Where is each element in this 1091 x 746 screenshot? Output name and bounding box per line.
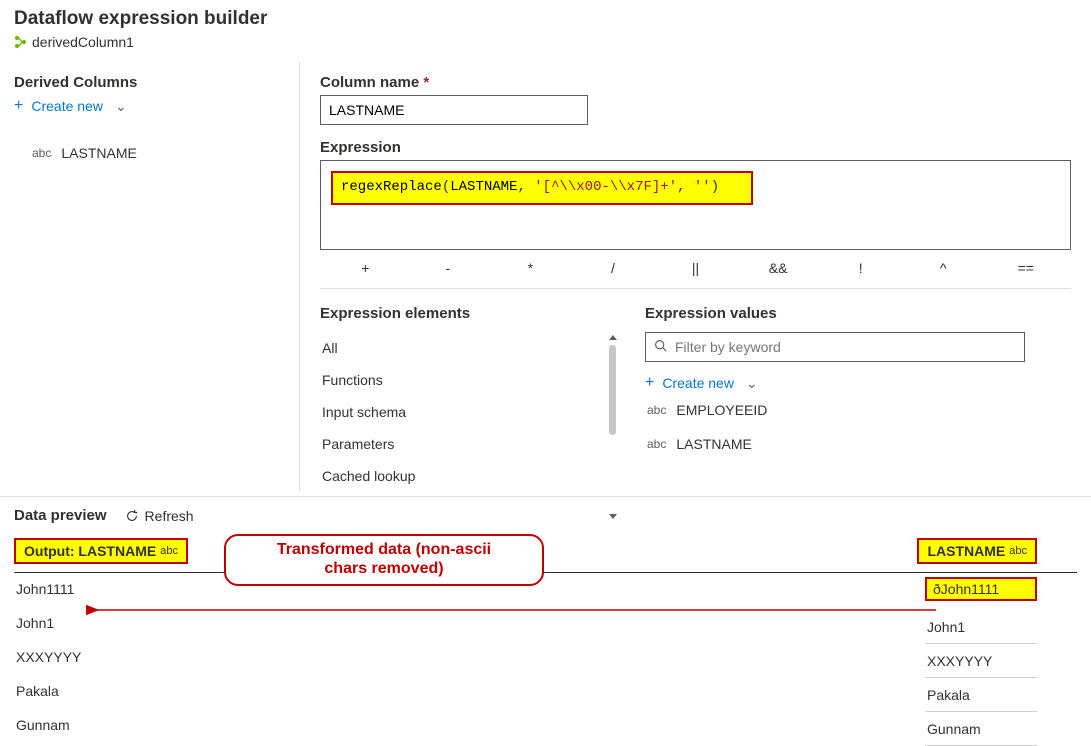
search-icon bbox=[654, 339, 667, 355]
output-cell: John1111 bbox=[14, 573, 1077, 605]
input-cell: John1 bbox=[925, 611, 1037, 644]
table-row: John1111ðJohn1111 bbox=[14, 573, 1077, 607]
elements-item-all[interactable]: All bbox=[320, 332, 607, 364]
expression-highlight-annotation: regexReplace(LASTNAME, '[^\\x00-\\x7F]+'… bbox=[331, 171, 753, 205]
scroll-thumb[interactable] bbox=[609, 345, 616, 435]
op-and[interactable]: && bbox=[737, 260, 820, 276]
derived-column-item[interactable]: abc LASTNAME bbox=[14, 145, 285, 161]
create-new-value-button[interactable]: + Create new ⌄ bbox=[645, 374, 758, 392]
op-or[interactable]: || bbox=[654, 260, 737, 276]
refresh-icon bbox=[125, 509, 139, 523]
node-icon bbox=[14, 35, 26, 49]
elements-item-parameters[interactable]: Parameters bbox=[320, 428, 607, 460]
expression-editor[interactable]: regexReplace(LASTNAME, '[^\\x00-\\x7F]+'… bbox=[320, 160, 1071, 250]
derived-columns-title: Derived Columns bbox=[14, 74, 285, 91]
column-name-label: Column name * bbox=[320, 74, 1071, 91]
type-abc-icon: abc bbox=[647, 403, 666, 417]
scroll-up-icon[interactable] bbox=[609, 335, 617, 340]
create-new-value-label: Create new bbox=[662, 375, 734, 391]
plus-icon: + bbox=[645, 374, 654, 392]
type-abc-icon: abc bbox=[160, 545, 178, 557]
op-eq[interactable]: == bbox=[985, 260, 1068, 276]
op-div[interactable]: / bbox=[572, 260, 655, 276]
column-name-input[interactable] bbox=[320, 95, 588, 125]
expression-values-title: Expression values bbox=[645, 305, 1071, 322]
elements-item-input-schema[interactable]: Input schema bbox=[320, 396, 607, 428]
value-item-employeeid[interactable]: abc EMPLOYEEID bbox=[645, 392, 1071, 426]
type-abc-icon: abc bbox=[32, 146, 51, 160]
expression-elements-title: Expression elements bbox=[320, 305, 607, 322]
table-row: GunnamGunnam bbox=[14, 709, 1077, 743]
op-minus[interactable]: - bbox=[407, 260, 490, 276]
input-cell: Gunnam bbox=[925, 713, 1037, 746]
table-row: John1John1 bbox=[14, 607, 1077, 641]
create-new-column-button[interactable]: + Create new ⌄ bbox=[14, 97, 127, 115]
elements-scrollbar[interactable] bbox=[609, 337, 617, 517]
derived-column-name: LASTNAME bbox=[61, 145, 136, 161]
create-new-label: Create new bbox=[31, 98, 103, 114]
refresh-button[interactable]: Refresh bbox=[125, 508, 194, 524]
data-preview-title: Data preview bbox=[14, 507, 107, 524]
table-row: PakalaPakala bbox=[14, 675, 1077, 709]
table-row: XXXYYYYXXXYYYY bbox=[14, 641, 1077, 675]
type-abc-icon: abc bbox=[647, 437, 666, 451]
op-plus[interactable]: + bbox=[324, 260, 407, 276]
value-item-lastname[interactable]: abc LASTNAME bbox=[645, 426, 1071, 460]
required-asterisk: * bbox=[423, 74, 429, 91]
output-cell: XXXYYYY bbox=[14, 641, 1077, 673]
op-xor[interactable]: ^ bbox=[902, 260, 985, 276]
node-name: derivedColumn1 bbox=[32, 34, 134, 50]
values-filter[interactable] bbox=[645, 332, 1025, 362]
values-filter-input[interactable] bbox=[673, 338, 1016, 356]
output-column-header: Output: LASTNAME abc bbox=[14, 538, 188, 564]
type-abc-icon: abc bbox=[1009, 545, 1027, 557]
operator-toolbar: + - * / || && ! ^ == bbox=[320, 250, 1071, 284]
op-mul[interactable]: * bbox=[489, 260, 572, 276]
input-column-header: LASTNAME abc bbox=[917, 538, 1037, 564]
output-cell: Pakala bbox=[14, 675, 1077, 707]
output-cell: Gunnam bbox=[14, 709, 1077, 741]
op-not[interactable]: ! bbox=[819, 260, 902, 276]
output-cell: John1 bbox=[14, 607, 1077, 639]
elements-item-functions[interactable]: Functions bbox=[320, 364, 607, 396]
page-title: Dataflow expression builder bbox=[14, 8, 1077, 30]
chevron-down-icon: ⌄ bbox=[746, 375, 758, 392]
input-cell: Pakala bbox=[925, 679, 1037, 712]
plus-icon: + bbox=[14, 97, 23, 115]
input-cell: XXXYYYY bbox=[925, 645, 1037, 678]
input-cell: ðJohn1111 bbox=[925, 577, 1037, 601]
chevron-down-icon: ⌄ bbox=[115, 98, 127, 115]
elements-item-cached-lookup[interactable]: Cached lookup bbox=[320, 460, 607, 492]
expression-label: Expression bbox=[320, 139, 1071, 156]
